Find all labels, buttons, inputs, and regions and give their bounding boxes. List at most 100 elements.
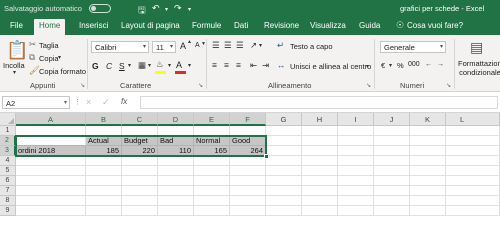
comma-button[interactable]: 000 [408,61,420,68]
grid-cell[interactable] [302,126,338,136]
grid-cell[interactable] [158,126,194,136]
grid-cell[interactable] [266,136,302,146]
undo-icon[interactable]: ↶ [152,3,160,14]
grid-cell[interactable] [266,196,302,206]
grid-cell[interactable] [302,156,338,166]
column-header-b[interactable]: B [86,113,122,126]
cell-a3[interactable]: ordini 2018 [16,146,86,156]
copy-icon[interactable]: ⧉ [29,53,35,62]
align-bottom-icon[interactable]: ☰ [236,41,244,50]
grid-cell[interactable] [266,146,302,156]
grid-cell[interactable] [446,126,500,136]
row-header-6[interactable]: 6 [0,176,16,186]
grid-cell[interactable] [230,156,266,166]
grid-cell[interactable] [410,126,446,136]
column-header-i[interactable]: I [338,113,374,126]
grid-cell[interactable] [122,176,158,186]
grid-cell[interactable] [374,186,410,196]
copy-dropdown-icon[interactable]: ▾ [58,55,61,61]
font-name-select[interactable]: Calibri ▾ [91,41,149,53]
grid-cell[interactable] [194,196,230,206]
grid-cell[interactable] [446,176,500,186]
column-header-j[interactable]: J [374,113,410,126]
cell-c2[interactable]: Budget [122,136,158,146]
grid-cell[interactable] [410,176,446,186]
grid-cell[interactable] [158,176,194,186]
cut-icon[interactable]: ✂ [29,40,36,49]
grid-cell[interactable] [230,166,266,176]
grow-font-button[interactable]: A [180,41,186,51]
grid-cell[interactable] [338,186,374,196]
border-dropdown-icon[interactable]: ▾ [148,63,151,69]
row-header-8[interactable]: 8 [0,196,16,206]
decrease-decimal-icon[interactable]: → [437,61,444,68]
grid-cell[interactable] [158,166,194,176]
grid-cell[interactable] [302,176,338,186]
format-painter-button[interactable]: Copia formato [39,67,86,76]
grid-cell[interactable] [338,166,374,176]
tab-insert[interactable]: Inserisci [79,21,108,30]
grid-cell[interactable] [122,156,158,166]
row-header-5[interactable]: 5 [0,166,16,176]
formula-input[interactable] [140,96,498,109]
increase-indent-icon[interactable]: ⇥ [262,61,269,70]
orientation-dropdown-icon[interactable]: ▾ [259,43,262,49]
enter-icon[interactable]: ✓ [102,97,110,108]
insert-function-button[interactable]: fx [121,97,127,106]
grid-cell[interactable] [446,196,500,206]
grid-cell[interactable] [338,196,374,206]
grid-cell[interactable] [122,126,158,136]
font-color-button[interactable]: A [176,60,182,70]
grid-cell[interactable] [194,166,230,176]
grid-cell[interactable] [86,126,122,136]
column-header-d[interactable]: D [158,113,194,126]
italic-button[interactable]: C [106,61,112,71]
merge-center-button[interactable]: Unisci e allinea al centro [290,62,371,71]
undo-dropdown-icon[interactable]: ▾ [165,6,168,13]
grid-cell[interactable] [374,136,410,146]
currency-dropdown-icon[interactable]: ▾ [389,63,392,69]
grid-cell[interactable] [122,186,158,196]
grid-cell[interactable] [302,186,338,196]
grid-cell[interactable] [266,186,302,196]
number-launcher-icon[interactable]: ↘ [446,82,451,89]
tab-file[interactable]: File [10,21,23,30]
grid-cell[interactable] [338,176,374,186]
grid-cell[interactable] [338,146,374,156]
copy-button[interactable]: Copia [39,54,59,63]
cell-c3[interactable]: 220 [122,146,158,156]
tab-view[interactable]: Visualizza [310,21,346,30]
conditional-format-button[interactable]: Formattazione condizionale [458,59,500,77]
grid-cell[interactable] [86,186,122,196]
align-center-icon[interactable]: ≡ [224,61,229,70]
grid-cell[interactable] [266,126,302,136]
tab-formulas[interactable]: Formule [192,21,221,30]
row-header-7[interactable]: 7 [0,186,16,196]
cell-e2[interactable]: Normal [194,136,230,146]
grid-cell[interactable] [446,166,500,176]
tab-home[interactable]: Home [34,19,66,35]
grid-cell[interactable] [230,186,266,196]
grid-cell[interactable] [410,136,446,146]
cell-d2[interactable]: Bad [158,136,194,146]
number-format-select[interactable]: Generale ▾ [380,41,446,53]
grid-cell[interactable] [16,156,86,166]
grid-cell[interactable] [410,156,446,166]
increase-decimal-icon[interactable]: ← [425,61,432,68]
grid-cell[interactable] [266,156,302,166]
currency-button[interactable]: € [381,61,385,70]
grid-cell[interactable] [122,196,158,206]
customize-icon[interactable]: ▾ [188,6,191,13]
cell-d3[interactable]: 110 [158,146,194,156]
grid-cell[interactable] [410,166,446,176]
grid-cell[interactable] [158,206,194,216]
grid-cell[interactable] [16,206,86,216]
grid-cell[interactable] [374,156,410,166]
cut-button[interactable]: Taglia [39,41,59,50]
grid-cell[interactable] [374,206,410,216]
paste-dropdown-icon[interactable]: ▾ [13,70,16,76]
grid-cell[interactable] [86,166,122,176]
grid-cell[interactable] [158,196,194,206]
grid-cell[interactable] [230,126,266,136]
lightbulb-icon[interactable]: ☉ [396,20,404,31]
